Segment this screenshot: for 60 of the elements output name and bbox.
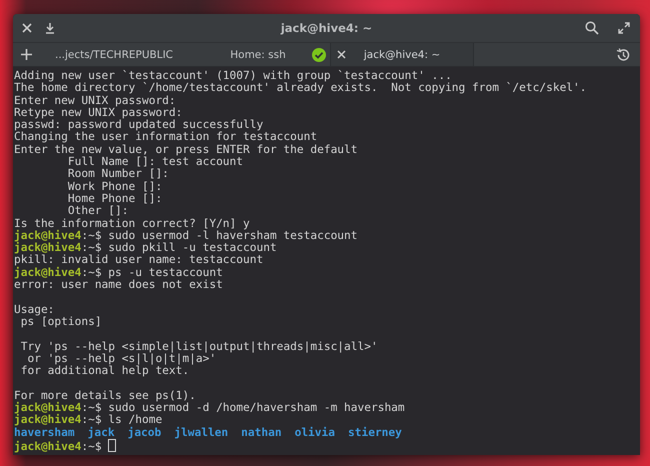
terminal-line: Home Phone []: [66,192,164,206]
check-icon [312,48,326,62]
terminal-line: Full Name []: test account [66,156,244,168]
command-text: sudo usermod -l haversham testaccount [108,228,358,242]
prompt-path: :~$ [81,266,102,279]
prompt-path: :~$ [81,241,102,254]
terminal-line: Is the information correct? [Y/n] y [14,218,250,230]
terminal-line: Enter new UNIX password: [14,94,177,107]
window-title: jack@hive4: ~ [280,21,372,35]
terminal-line: Room Number []: [66,168,170,181]
terminal-line: Retype new UNIX password: [14,106,184,120]
terminal-line: Adding new user `testaccount' (1007) with group `testaccount' ... [14,70,453,82]
search-icon [585,21,599,35]
prompt-user-host: jack@hive4 [14,413,82,426]
tab-label: ...jects/TECHREPUBLIC [55,48,173,60]
terminal-line: for additional help text. [20,365,190,378]
prompt-path: :~$ [81,228,102,242]
terminal-line: pkill: invalid user name: testaccount [14,254,264,266]
terminal-line: error: user name does not exist [14,279,224,292]
prompt-path: :~$ [81,413,102,426]
terminal-line: or 'ps --help <s|l|o|t|m|a>' [27,352,216,366]
terminal-line: passwd: password updated successfully [14,119,264,132]
prompt-path: :~$ [81,440,102,453]
command-text: sudo pkill -u testaccount [108,241,277,254]
tab-label: jack@hive4: ~ [364,48,440,60]
maximize-icon [618,22,630,34]
directory-name: jack [88,426,115,439]
close-icon [22,23,32,33]
directory-name: stierney [348,426,402,439]
directory-name: haversham [14,426,75,439]
terminal-line: Work Phone []: [66,180,164,193]
terminal-line: Try 'ps --help <simple|list|output|threads|misc|all>' [20,340,379,353]
prompt-user-host: jack@hive4 [14,241,82,254]
history-icon [616,48,630,62]
tab-label: Home: ssh [230,48,286,60]
directory-name: jlwallen [174,426,228,439]
command-text: sudo usermod -d /home/haversham -m haversham [108,401,405,414]
download-icon [45,22,55,34]
terminal-line: Changing the user information for testaccount [14,131,318,144]
terminal-line: ps [options] [20,316,103,328]
tab[interactable]: jack@hive4: ~ [330,43,474,66]
prompt-path: :~$ [81,401,102,414]
prompt-user-host: jack@hive4 [14,440,82,453]
prompt-user-host: jack@hive4 [14,401,82,414]
prompt-user-host: jack@hive4 [14,266,82,279]
close-tab-icon[interactable] [337,50,346,59]
command-text: ps -u testaccount [108,266,223,279]
directory-name: jacob [128,426,162,439]
directory-name: olivia [294,426,335,439]
terminal-line: For more details see ps(1). [14,390,197,402]
plus-icon [21,49,32,60]
terminal-line: The home directory `/home/testaccount' already exists. Not copying from `/etc/skel'. [14,82,588,95]
prompt-user-host: jack@hive4 [14,228,82,242]
directory-name: nathan [241,426,282,439]
terminal-line: Other []: [66,205,130,218]
terminal-line: Enter the new value, or press ENTER for the default [14,144,359,156]
tab[interactable]: ...jects/TECHREPUBLIC [42,43,186,66]
tab[interactable]: Home: ssh [186,43,330,66]
command-text: ls /home [108,413,162,426]
terminal-line: Usage: [14,304,56,316]
